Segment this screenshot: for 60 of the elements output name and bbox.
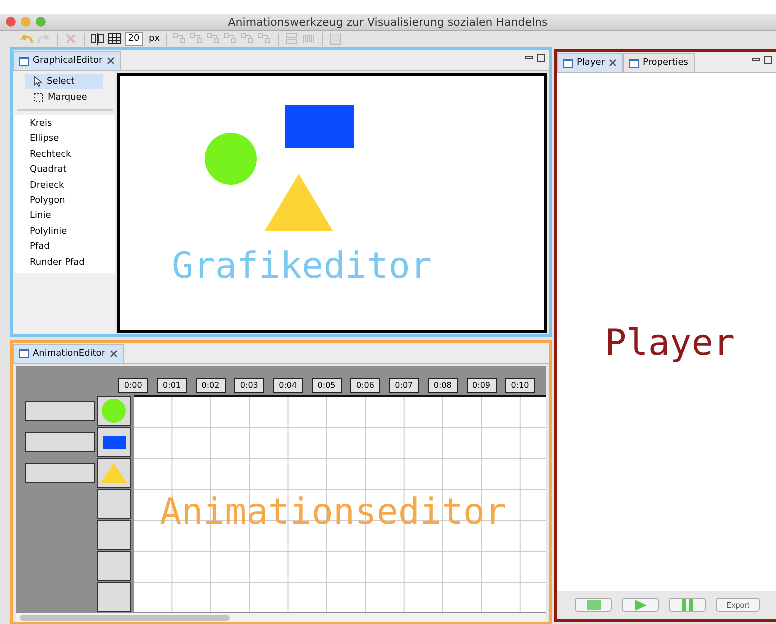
circle-shape xyxy=(205,133,257,185)
play-icon xyxy=(634,600,646,610)
close-icon[interactable] xyxy=(6,17,16,27)
time-label: 0:08 xyxy=(428,378,458,393)
time-label: 0:04 xyxy=(273,378,304,393)
time-label: 0:05 xyxy=(312,378,342,393)
export-button[interactable]: Export xyxy=(716,598,760,612)
view-icon xyxy=(19,349,29,358)
track-name-field[interactable] xyxy=(25,432,95,452)
player-caption: Player xyxy=(605,323,736,364)
track-thumbnail[interactable] xyxy=(97,458,131,488)
align-icon[interactable] xyxy=(91,33,105,45)
circle-thumbnail xyxy=(102,399,126,424)
pointer-icon xyxy=(34,76,43,87)
window-title: Animationswerkzeug zur Visualisierung sozialen Handelns xyxy=(228,16,548,28)
unit-label: px xyxy=(149,34,160,44)
track-thumbnail[interactable] xyxy=(97,582,131,612)
triangle-shape xyxy=(265,174,333,231)
animation-editor-tab[interactable]: AnimationEditor xyxy=(13,344,124,363)
rectangle-thumbnail xyxy=(102,436,126,449)
rectangle-shape xyxy=(285,105,354,148)
track-thumbnail[interactable] xyxy=(97,520,131,550)
minimize-icon[interactable] xyxy=(525,54,533,62)
view-icon xyxy=(563,58,573,68)
track-name-field[interactable] xyxy=(25,463,95,484)
maximize-icon[interactable] xyxy=(537,54,545,62)
pause-icon xyxy=(682,599,693,611)
graphical-editor-tab[interactable]: GraphicalEditor xyxy=(13,51,121,70)
view-icon xyxy=(19,56,29,66)
editor-caption: Grafikeditor xyxy=(172,246,432,287)
close-icon[interactable] xyxy=(609,59,618,67)
time-label: 0:00 xyxy=(118,378,148,393)
time-label: 0:02 xyxy=(196,378,226,393)
player-tab[interactable]: Properties xyxy=(623,53,694,72)
track-thumbnail[interactable] xyxy=(97,489,131,520)
triangle-thumbnail xyxy=(101,463,127,484)
time-label: 0:09 xyxy=(466,378,497,393)
editor-caption: Animationseditor xyxy=(160,492,507,533)
time-label: 0:06 xyxy=(350,378,380,393)
track-thumbnail[interactable] xyxy=(97,551,131,582)
close-icon[interactable] xyxy=(110,350,118,358)
horizontal-scrollbar[interactable] xyxy=(16,613,546,622)
marquee-icon xyxy=(34,92,44,102)
view-icon xyxy=(629,58,640,68)
grid-size-field[interactable]: 20 xyxy=(125,32,143,46)
palette-tool[interactable]: Select xyxy=(25,74,103,89)
time-label: 0:07 xyxy=(389,378,420,393)
time-label: 0:01 xyxy=(157,378,188,393)
track-thumbnail[interactable] xyxy=(97,396,131,426)
player-tab[interactable]: Player xyxy=(557,53,624,72)
stop-icon xyxy=(586,600,600,610)
time-label: 0:10 xyxy=(505,378,536,393)
track-thumbnail[interactable] xyxy=(97,427,131,458)
minimize-icon[interactable] xyxy=(752,56,760,64)
maximize-icon[interactable] xyxy=(764,56,772,64)
track-name-field[interactable] xyxy=(25,401,95,422)
palette-tool[interactable]: Marquee xyxy=(25,90,103,105)
time-label: 0:03 xyxy=(234,378,264,393)
close-icon[interactable] xyxy=(106,57,115,65)
grid-icon[interactable] xyxy=(108,33,122,45)
